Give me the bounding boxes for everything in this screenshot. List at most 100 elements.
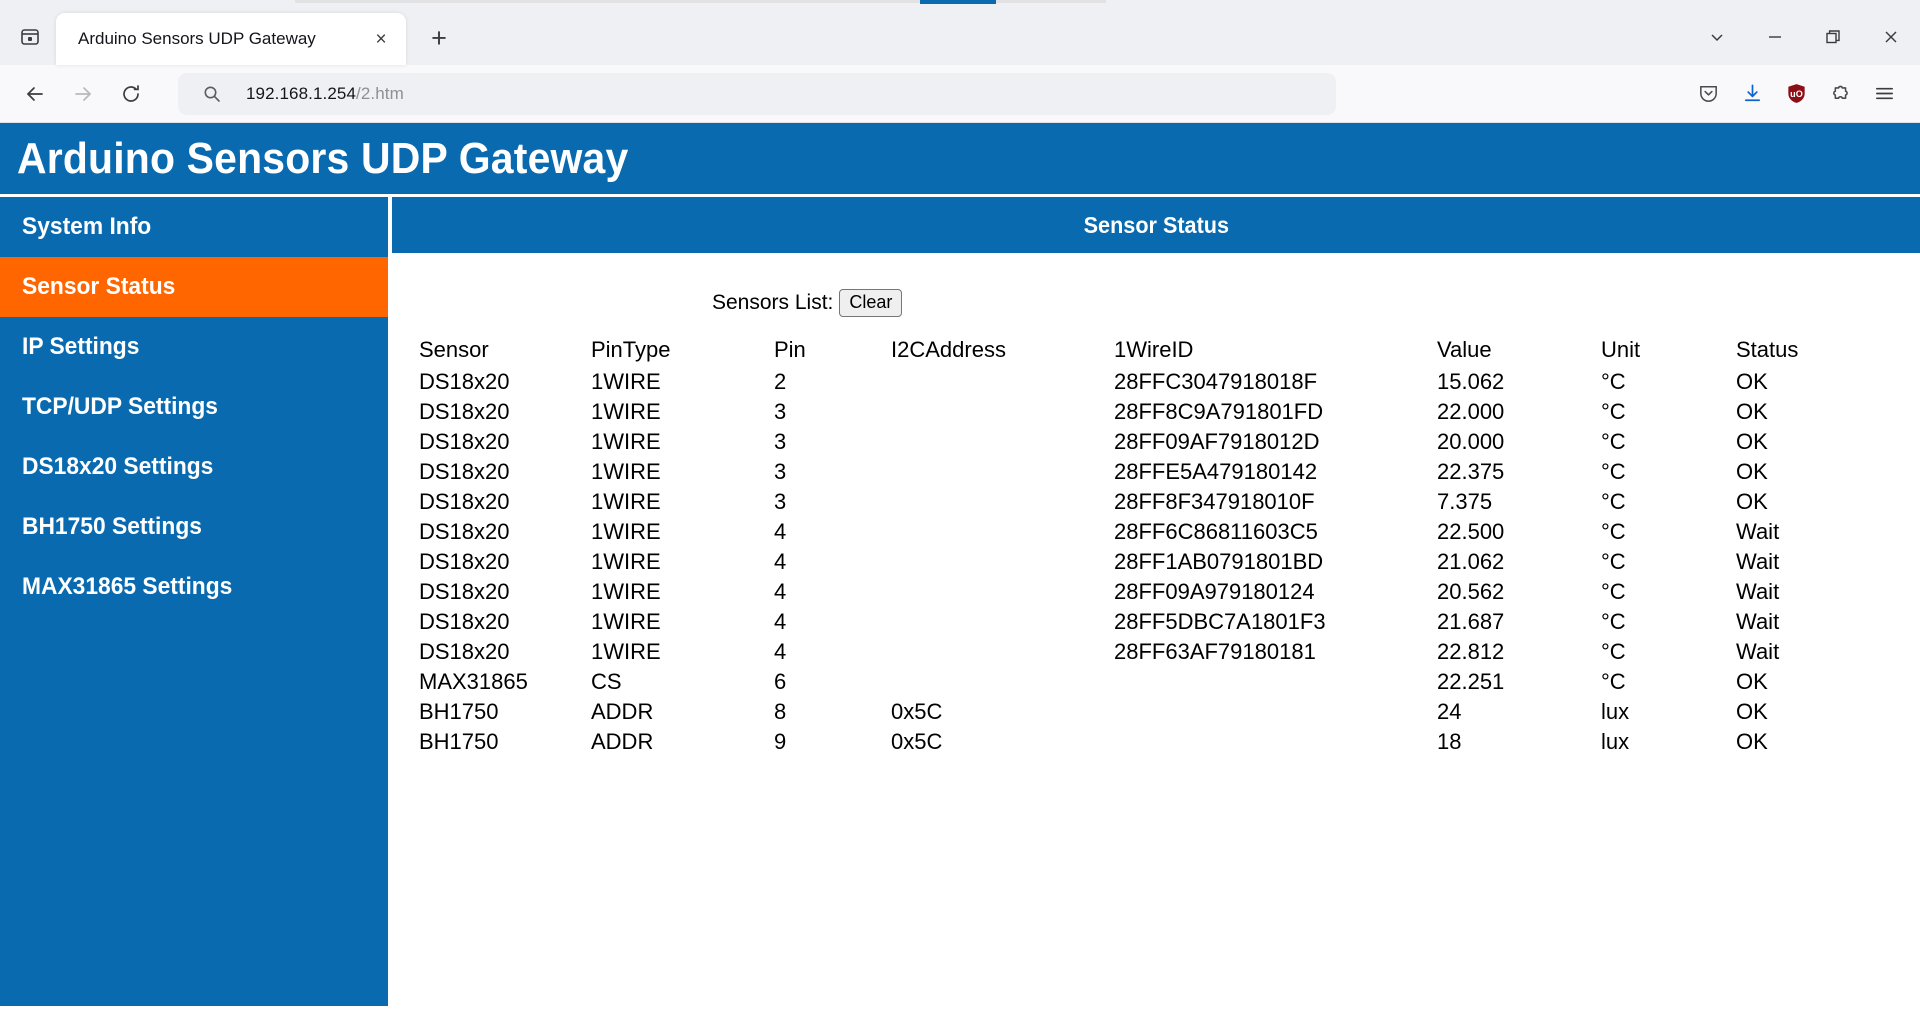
table-row: MAX31865 CS 6 22.251 °C OK bbox=[419, 667, 1886, 697]
sidebar-item-bh1750-settings[interactable]: BH1750 Settings bbox=[0, 497, 388, 557]
cell-pin: 3 bbox=[774, 488, 787, 514]
hamburger-menu-icon[interactable] bbox=[1862, 73, 1906, 115]
cell-status: OK bbox=[1736, 488, 1768, 514]
cell-sensor: DS18x20 bbox=[419, 428, 510, 454]
cell-sensor: DS18x20 bbox=[419, 458, 510, 484]
top-strip-edge-left bbox=[295, 0, 920, 3]
web-page: Arduino Sensors UDP Gateway System Info … bbox=[0, 123, 1920, 1006]
url-path: /2.htm bbox=[356, 83, 404, 103]
cell-1wireid: 28FF6C86811603C5 bbox=[1114, 518, 1318, 544]
table-row: DS18x20 1WIRE 3 28FF8F347918010F 7.375 °C OK bbox=[419, 487, 1886, 517]
close-icon[interactable]: × bbox=[366, 24, 396, 54]
cell-1wireid: 28FF09A979180124 bbox=[1114, 578, 1315, 604]
cell-status: OK bbox=[1736, 368, 1768, 394]
sidebar-item-max31865-settings[interactable]: MAX31865 Settings bbox=[0, 557, 388, 617]
cell-unit: lux bbox=[1601, 728, 1630, 754]
cell-pintype: 1WIRE bbox=[591, 398, 661, 424]
browser-tab[interactable]: Arduino Sensors UDP Gateway × bbox=[56, 13, 406, 65]
cell-status: Wait bbox=[1736, 548, 1780, 574]
cell-1wireid: 28FFC3047918018F bbox=[1114, 368, 1318, 394]
minimize-icon[interactable] bbox=[1746, 15, 1804, 59]
pocket-save-icon[interactable] bbox=[1686, 73, 1730, 115]
maximize-restore-icon[interactable] bbox=[1804, 15, 1862, 59]
cell-unit: °C bbox=[1601, 488, 1626, 514]
cell-pin: 9 bbox=[774, 728, 787, 754]
cell-unit: °C bbox=[1601, 668, 1626, 694]
sidebar-item-label: MAX31865 Settings bbox=[22, 573, 233, 600]
cell-1wireid: 28FF5DBC7A1801F3 bbox=[1114, 608, 1326, 634]
table-row: DS18x20 1WIRE 4 28FF6C86811603C5 22.500 °C Wai… bbox=[419, 517, 1886, 547]
cell-pin: 6 bbox=[774, 668, 787, 694]
page-title: Arduino Sensors UDP Gateway bbox=[17, 133, 629, 183]
window-close-icon[interactable] bbox=[1862, 15, 1920, 59]
cell-unit: lux bbox=[1601, 698, 1630, 724]
cell-value: 22.375 bbox=[1437, 458, 1505, 484]
cell-sensor: DS18x20 bbox=[419, 638, 510, 664]
sidebar-item-sensor-status[interactable]: Sensor Status bbox=[0, 257, 388, 317]
sidebar-tabs-icon[interactable] bbox=[12, 19, 48, 55]
cell-status: Wait bbox=[1736, 518, 1780, 544]
cell-1wireid: 28FFE5A479180142 bbox=[1114, 458, 1318, 484]
cell-1wireid: 28FF8F347918010F bbox=[1114, 488, 1315, 514]
sidebar-item-ip-settings[interactable]: IP Settings bbox=[0, 317, 388, 377]
reload-icon[interactable] bbox=[110, 73, 152, 115]
cell-pin: 4 bbox=[774, 548, 787, 574]
cell-i2caddress bbox=[891, 547, 1114, 577]
download-icon[interactable] bbox=[1730, 73, 1774, 115]
chevron-down-icon[interactable] bbox=[1688, 15, 1746, 59]
forward-arrow-icon[interactable] bbox=[62, 73, 104, 115]
tab-bar: Arduino Sensors UDP Gateway × + bbox=[0, 6, 1920, 65]
cell-pin: 2 bbox=[774, 368, 787, 394]
clear-button[interactable]: Clear bbox=[839, 289, 903, 317]
cell-value: 22.000 bbox=[1437, 398, 1505, 424]
cell-1wireid bbox=[1114, 667, 1437, 697]
sidebar-item-label: Sensor Status bbox=[22, 273, 176, 300]
cell-i2caddress bbox=[891, 667, 1114, 697]
cell-status: OK bbox=[1736, 698, 1768, 724]
cell-sensor: DS18x20 bbox=[419, 368, 510, 394]
cell-i2caddress bbox=[891, 397, 1114, 427]
column-header-pintype: PinType bbox=[591, 336, 671, 362]
cell-i2caddress bbox=[891, 367, 1114, 397]
content-panel: Sensor Status Sensors List: Clear Sensor… bbox=[392, 197, 1920, 1006]
table-row: DS18x20 1WIRE 3 28FF09AF7918012D 20.000 °C OK bbox=[419, 427, 1886, 457]
cell-pintype: 1WIRE bbox=[591, 368, 661, 394]
cell-sensor: DS18x20 bbox=[419, 518, 510, 544]
cell-1wireid: 28FF63AF79180181 bbox=[1114, 638, 1316, 664]
sidebar-item-tcp-udp-settings[interactable]: TCP/UDP Settings bbox=[0, 377, 388, 437]
cell-i2caddress bbox=[891, 577, 1114, 607]
ublock-origin-shield-icon[interactable]: uO bbox=[1774, 73, 1818, 115]
cell-status: OK bbox=[1736, 428, 1768, 454]
navigation-toolbar: 192.168.1.254/2.htm uO bbox=[0, 65, 1920, 123]
sensors-list-label: Sensors List: bbox=[712, 290, 834, 314]
cell-1wireid bbox=[1114, 727, 1437, 757]
cell-pintype: 1WIRE bbox=[591, 428, 661, 454]
sidebar-item-label: TCP/UDP Settings bbox=[22, 393, 218, 420]
search-icon bbox=[202, 84, 222, 104]
new-tab-button[interactable]: + bbox=[420, 19, 458, 57]
cell-1wireid bbox=[1114, 697, 1437, 727]
cell-pintype: 1WIRE bbox=[591, 608, 661, 634]
back-arrow-icon[interactable] bbox=[14, 73, 56, 115]
cell-i2caddress bbox=[891, 607, 1114, 637]
table-header-row: Sensor PinType Pin I2CAddress 1WireID Va… bbox=[419, 337, 1886, 367]
cell-pintype: 1WIRE bbox=[591, 518, 661, 544]
sidebar-item-system-info[interactable]: System Info bbox=[0, 197, 388, 257]
sidebar-item-ds18x20-settings[interactable]: DS18x20 Settings bbox=[0, 437, 388, 497]
cell-pin: 4 bbox=[774, 608, 787, 634]
extensions-puzzle-icon[interactable] bbox=[1818, 73, 1862, 115]
url-bar[interactable]: 192.168.1.254/2.htm bbox=[178, 72, 1336, 115]
cell-status: Wait bbox=[1736, 608, 1780, 634]
cell-unit: °C bbox=[1601, 638, 1626, 664]
cell-value: 7.375 bbox=[1437, 488, 1493, 514]
cell-value: 21.062 bbox=[1437, 548, 1505, 574]
svg-text:uO: uO bbox=[1790, 89, 1803, 99]
cell-sensor: DS18x20 bbox=[419, 578, 510, 604]
column-header-unit: Unit bbox=[1601, 336, 1641, 362]
site-header: Arduino Sensors UDP Gateway bbox=[0, 123, 1920, 194]
sidebar-item-label: System Info bbox=[22, 213, 152, 240]
cell-unit: °C bbox=[1601, 548, 1626, 574]
table-row: DS18x20 1WIRE 4 28FF5DBC7A1801F3 21.687 °C Wai… bbox=[419, 607, 1886, 637]
cell-value: 18 bbox=[1437, 728, 1462, 754]
cell-sensor: BH1750 bbox=[419, 728, 499, 754]
